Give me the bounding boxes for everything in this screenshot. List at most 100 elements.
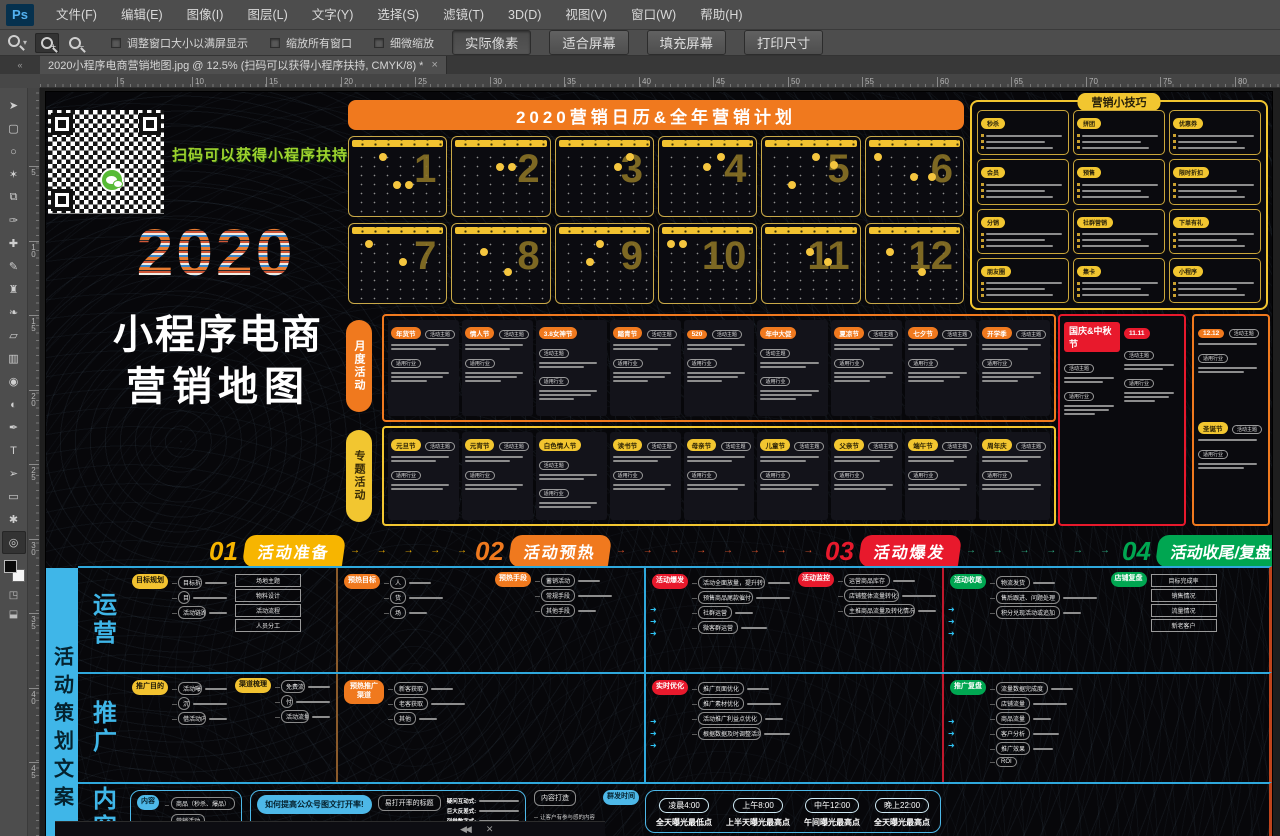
mindmap-branch[interactable]: 销售情况 <box>1151 589 1264 602</box>
vertical-ruler[interactable]: 51015202530354045 <box>28 88 40 836</box>
tool-button[interactable]: ▱ <box>2 324 26 347</box>
quick-mask-icon[interactable]: ◳ <box>9 590 18 601</box>
tool-button[interactable]: ✎ <box>2 255 26 278</box>
canvas-area[interactable]: 扫码可以获得小程序扶持 2020 小程序电商 营销地图 2020营销日历&全年营… <box>40 88 1280 836</box>
chevron-down-icon[interactable]: ▾ <box>23 38 27 47</box>
scrubby-zoom-checkbox[interactable]: 细微缩放 <box>374 35 434 51</box>
mindmap-branch[interactable]: 目标规划 <box>172 591 227 604</box>
mindmap-branch[interactable]: 货 <box>384 591 487 604</box>
horizontal-ruler[interactable]: 5101520253035404550556065707580 <box>40 74 1280 88</box>
mindmap-branch[interactable]: 客户分析 <box>990 727 1103 740</box>
zoom-all-windows-checkbox[interactable]: 缩放所有窗口 <box>270 35 352 51</box>
tool-button[interactable]: ✒ <box>2 416 26 439</box>
checkbox-icon[interactable] <box>270 38 280 48</box>
mindmap-branch[interactable]: 蓄销活动 <box>535 574 638 587</box>
mindmap-branch[interactable]: 目标拆解 <box>172 576 227 589</box>
open-rate-cta[interactable]: 如何提高公众号图文打开率! <box>257 795 372 814</box>
mindmap-node[interactable]: 内容 <box>137 795 159 810</box>
mindmap-branch[interactable]: 预售商品尾款催付 <box>692 591 790 604</box>
menu-item[interactable]: 图像(I) <box>175 0 236 30</box>
mindmap-branch[interactable]: 活动全面放量，提升转化 <box>692 576 790 589</box>
menu-item[interactable]: 图层(L) <box>235 0 299 30</box>
fit-screen-button[interactable]: 适合屏幕 <box>549 30 628 55</box>
mindmap-branch[interactable]: 新客获取 <box>388 682 487 695</box>
menu-item[interactable]: 编辑(E) <box>109 0 175 30</box>
mindmap-branch[interactable]: 物料设计 <box>235 589 330 602</box>
tool-button[interactable]: ✚ <box>2 232 26 255</box>
mindmap-node[interactable]: 店铺复盘 <box>1111 572 1147 587</box>
mindmap-node[interactable]: 群发时间 <box>603 790 639 805</box>
mindmap-node[interactable]: 实时优化 <box>652 680 688 695</box>
resize-windows-checkbox[interactable]: 调整窗口大小以满屏显示 <box>111 35 248 51</box>
zoom-in-button[interactable]: + <box>35 33 59 53</box>
menu-item[interactable]: 帮助(H) <box>688 0 754 30</box>
zoom-out-button[interactable]: − <box>63 33 87 53</box>
mindmap-branch[interactable]: 社群运营 <box>692 606 790 619</box>
mindmap-branch[interactable]: 积分兑现活动或追加 <box>990 606 1103 619</box>
mindmap-branch[interactable]: 商品（秒杀、爆品） <box>165 797 235 812</box>
mindmap-branch[interactable]: 推广素材优化 <box>692 697 790 710</box>
tool-button[interactable]: ✑ <box>2 209 26 232</box>
mindmap-branch[interactable]: 店铺整体流量转化效果 <box>838 589 936 602</box>
mindmap-branch[interactable]: 新老客户 <box>1151 619 1264 632</box>
mindmap-node[interactable]: 渠道梳理 <box>235 678 271 693</box>
tool-button[interactable]: ◉ <box>2 370 26 393</box>
tool-button[interactable]: ○ <box>2 140 26 163</box>
mindmap-branch[interactable]: 商品流量 <box>990 712 1103 725</box>
checkbox-icon[interactable] <box>111 38 121 48</box>
mindmap-node[interactable]: 预热手段 <box>495 572 531 587</box>
menu-item[interactable]: 滤镜(T) <box>431 0 496 30</box>
tool-button[interactable]: ✱ <box>2 508 26 531</box>
menu-item[interactable]: 文字(Y) <box>300 0 366 30</box>
color-swatches[interactable] <box>3 560 25 582</box>
scrollbar[interactable]: ◀◀ ✕ <box>55 821 605 836</box>
tool-button[interactable]: ❧ <box>2 301 26 324</box>
menu-item[interactable]: 文件(F) <box>44 0 109 30</box>
mindmap-branch[interactable]: 微客群运营 <box>692 621 790 634</box>
tool-button[interactable]: ⧉ <box>2 186 26 209</box>
menu-item[interactable]: 窗口(W) <box>619 0 688 30</box>
print-size-button[interactable]: 打印尺寸 <box>744 30 823 55</box>
document-tab[interactable]: 2020小程序电商营销地图.jpg @ 12.5% (扫码可以获得小程序扶持, … <box>40 56 447 74</box>
mindmap-branch[interactable]: 其他 <box>388 712 487 725</box>
mindmap-branch[interactable]: 售后跟进、问题处理 <box>990 591 1103 604</box>
menu-item[interactable]: 视图(V) <box>553 0 619 30</box>
mindmap-branch[interactable]: 借活动内容激活老用户 <box>172 712 227 725</box>
foreground-color-swatch[interactable] <box>4 560 17 573</box>
tool-button[interactable]: ➤ <box>2 94 26 117</box>
mindmap-branch[interactable]: 人 <box>384 576 487 589</box>
mindmap-branch[interactable]: 场地主题 <box>235 574 330 587</box>
menu-item[interactable]: 3D(D) <box>496 0 553 30</box>
fill-screen-button[interactable]: 填充屏幕 <box>647 30 726 55</box>
mindmap-branch[interactable]: 根据数据及时调整活动页面布局 <box>692 727 790 740</box>
tool-button[interactable]: ▥ <box>2 347 26 370</box>
mindmap-branch[interactable]: 付费流量 <box>275 695 330 708</box>
mindmap-node[interactable]: 推广目的 <box>132 680 168 695</box>
mindmap-node[interactable]: 活动监控 <box>798 572 834 587</box>
mindmap-branch[interactable]: 活动链路 <box>172 606 227 619</box>
scroll-left-icon[interactable]: ◀◀ <box>460 824 470 835</box>
tool-button[interactable]: T <box>2 439 26 462</box>
document[interactable]: 扫码可以获得小程序扶持 2020 小程序电商 营销地图 2020营销日历&全年营… <box>46 92 1272 836</box>
mindmap-branch[interactable]: 其他手段 <box>535 604 638 617</box>
mindmap-node[interactable]: 预热目标 <box>344 574 380 589</box>
tab-close-icon[interactable]: × <box>431 59 437 71</box>
mindmap-branch[interactable]: 运营商品库存 <box>838 574 936 587</box>
mindmap-node[interactable]: 活动收尾 <box>950 574 986 589</box>
tool-button[interactable]: ▭ <box>2 485 26 508</box>
mindmap-branch[interactable]: 沉淀私域流量池 <box>172 697 227 710</box>
mindmap-branch[interactable]: 免费流量 <box>275 680 330 693</box>
mindmap-branch[interactable]: 活动曝光、引流获客 <box>172 682 227 695</box>
mindmap-branch[interactable]: 场 <box>384 606 487 619</box>
close-icon[interactable]: ✕ <box>486 824 494 835</box>
mindmap-branch[interactable]: ROI <box>990 757 1103 767</box>
mindmap-branch[interactable]: 活动流程 <box>235 604 330 617</box>
mindmap-branch[interactable]: 推广页面优化 <box>692 682 790 695</box>
mindmap-node[interactable]: 预热推广渠道 <box>344 680 384 704</box>
panel-collapse-icon[interactable]: « <box>0 56 40 74</box>
mindmap-branch[interactable]: 主推商品流量及转化情况 <box>838 604 936 617</box>
menu-item[interactable]: 选择(S) <box>365 0 431 30</box>
mindmap-branch[interactable]: 物流发货 <box>990 576 1103 589</box>
actual-pixels-button[interactable]: 实际像素 <box>452 30 531 55</box>
tool-button[interactable]: ◎ <box>2 531 26 554</box>
